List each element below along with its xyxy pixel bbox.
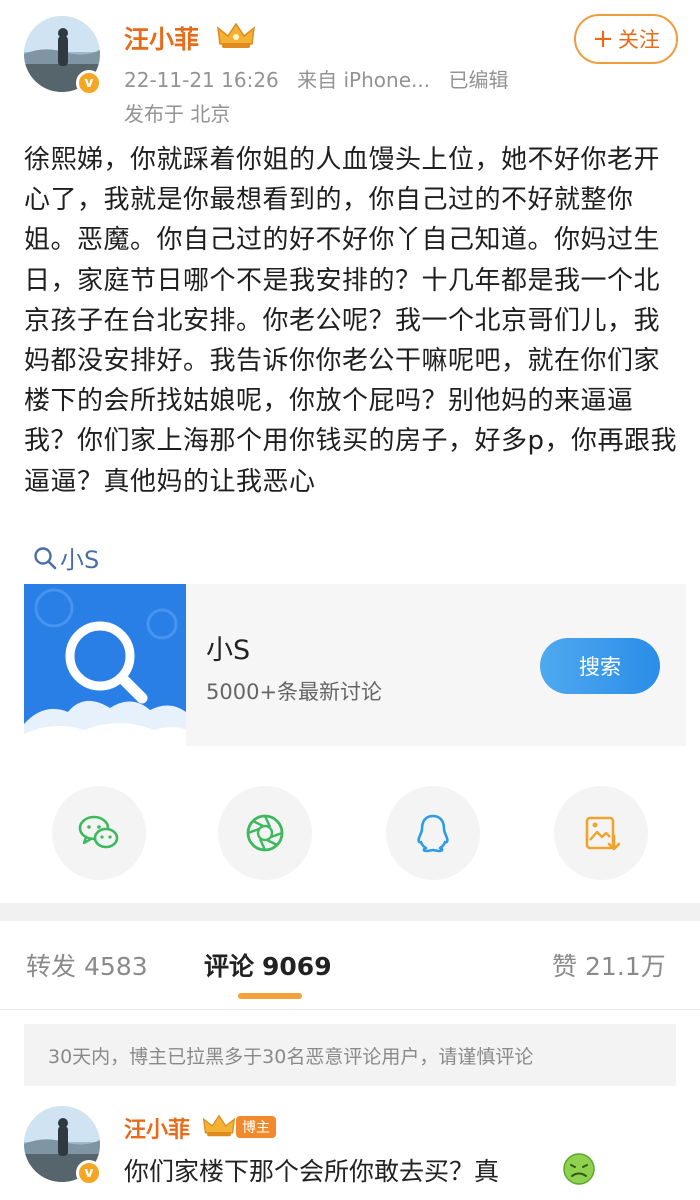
search-card[interactable]: 小S 5000+条最新讨论 搜索 <box>24 584 686 746</box>
author-tag: 博主 <box>236 1116 276 1138</box>
comment-notice: 30天内，博主已拉黑多于30名恶意评论用户，请谨慎评论 <box>24 1024 676 1086</box>
share-wechat-button[interactable] <box>52 786 146 880</box>
post-location: 发布于 北京 <box>124 102 231 126</box>
post-edited[interactable]: 已编辑 <box>448 68 508 92</box>
search-card-image <box>24 584 186 746</box>
search-card-title: 小S <box>206 635 251 666</box>
stats-divider <box>0 1009 700 1010</box>
tab-likes[interactable]: 赞 21.1万 <box>552 947 666 983</box>
verified-badge: v <box>76 70 102 96</box>
tab-comments[interactable]: 评论 9069 <box>204 947 332 983</box>
qq-icon <box>417 814 449 853</box>
wechat-icon <box>78 815 119 849</box>
post-timestamp: 22-11-21 16:26 <box>124 68 279 92</box>
share-qq-button[interactable] <box>386 786 480 880</box>
comment-item: v 汪小菲 博主 你们家楼下那个会所你敢去买？真 <box>0 1098 700 1200</box>
post-text: 徐熙娣，你就踩着你姐的人血馒头上位，她不好你老开心了，我就是你最想看到的，你自己… <box>24 145 678 497</box>
commenter-name[interactable]: 汪小菲 <box>124 1112 190 1144</box>
tab-reposts[interactable]: 转发 4583 <box>26 947 148 983</box>
comment-label: 评论 <box>204 952 255 981</box>
moments-icon <box>246 814 284 852</box>
repost-label: 转发 <box>26 952 77 981</box>
topic-label: 小S <box>60 546 100 574</box>
like-label: 赞 <box>552 952 578 981</box>
post-meta: 22-11-21 16:26 来自 iPhone... 已编辑 <box>124 64 520 93</box>
search-button[interactable]: 搜索 <box>540 638 660 694</box>
repost-count: 4583 <box>84 952 148 981</box>
share-row <box>0 786 700 882</box>
stats-tabs: 转发 4583 评论 9069 赞 21.1万 <box>0 921 700 1011</box>
author-name[interactable]: 汪小菲 <box>124 20 199 56</box>
active-tab-indicator <box>238 993 302 999</box>
comment-text: 你们家楼下那个会所你敢去买？真 <box>124 1157 500 1186</box>
verified-badge: v <box>76 1160 102 1186</box>
crown-icon <box>217 22 255 48</box>
comment-count: 9069 <box>262 952 332 981</box>
plus-icon: + <box>592 24 614 54</box>
save-image-icon <box>585 816 621 851</box>
follow-label: 关注 <box>617 28 660 52</box>
search-icon <box>34 546 57 569</box>
sick-face-emoji-icon <box>563 1153 595 1185</box>
post-header: v 汪小菲 22-11-21 16:26 来自 iPhone... 已编辑 发布… <box>0 0 700 140</box>
search-card-subtitle: 5000+条最新讨论 <box>206 680 383 704</box>
section-divider <box>0 903 700 921</box>
crown-icon <box>202 1114 236 1137</box>
post-source: 来自 iPhone... <box>297 68 431 92</box>
share-moments-button[interactable] <box>218 786 312 880</box>
like-count: 21.1万 <box>585 952 666 981</box>
follow-button[interactable]: + 关注 <box>574 14 678 64</box>
share-save-image-button[interactable] <box>554 786 648 880</box>
magnifier-icon <box>24 584 186 746</box>
topic-link[interactable]: 小S <box>32 540 99 575</box>
